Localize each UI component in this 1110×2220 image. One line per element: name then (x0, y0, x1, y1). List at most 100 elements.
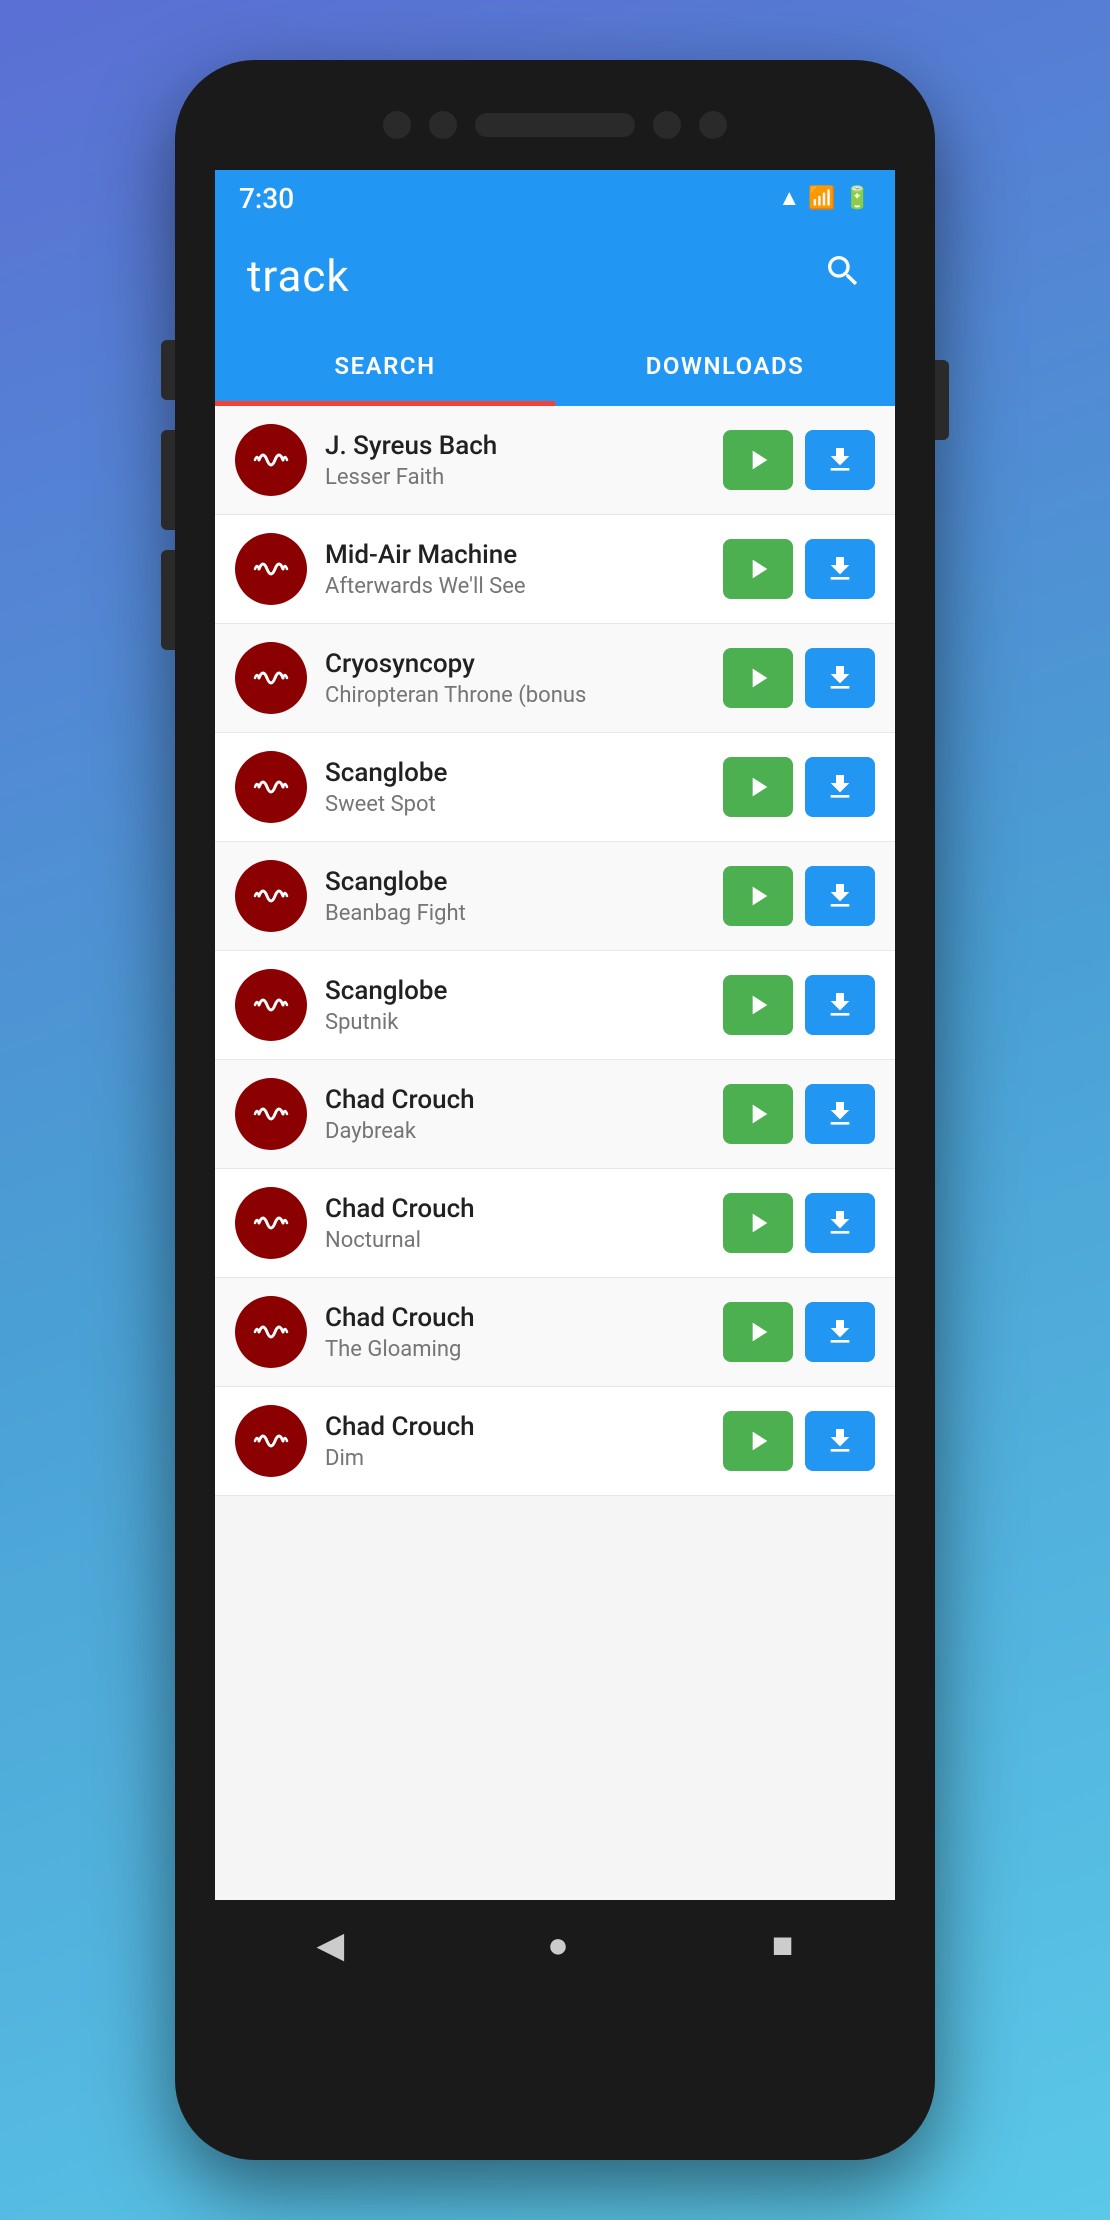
play-button[interactable] (723, 539, 793, 599)
track-title: Sweet Spot (325, 792, 705, 817)
track-item: Scanglobe Sweet Spot (215, 733, 895, 842)
track-artist: Scanglobe (325, 758, 705, 788)
track-item: Chad Crouch The Gloaming (215, 1278, 895, 1387)
download-button[interactable] (805, 430, 875, 490)
track-title: Daybreak (325, 1119, 705, 1144)
track-title: Afterwards We'll See (325, 574, 705, 599)
track-info: Chad Crouch The Gloaming (325, 1303, 705, 1362)
track-item: Chad Crouch Dim (215, 1387, 895, 1496)
track-title: Lesser Faith (325, 465, 705, 490)
track-item: Mid-Air Machine Afterwards We'll See (215, 515, 895, 624)
track-title: Nocturnal (325, 1228, 705, 1253)
volume-down-button (161, 550, 175, 650)
app-bar: track (215, 226, 895, 326)
recent-button[interactable]: ■ (772, 1924, 794, 1966)
track-title: Sputnik (325, 1010, 705, 1035)
search-button[interactable] (823, 251, 863, 301)
camera-dot-far-right (699, 111, 727, 139)
track-item: Cryosyncopy Chiropteran Throne (bonus (215, 624, 895, 733)
play-button[interactable] (723, 866, 793, 926)
battery-icon: 🔋 (844, 186, 871, 211)
track-title: Beanbag Fight (325, 901, 705, 926)
phone-frame: 7:30 ▲ 📶 🔋 track SEARCH DOWNLOADS (175, 60, 935, 2160)
track-actions (723, 757, 875, 817)
play-button[interactable] (723, 757, 793, 817)
track-item: Chad Crouch Daybreak (215, 1060, 895, 1169)
track-avatar (235, 1296, 307, 1368)
track-avatar (235, 642, 307, 714)
status-bar: 7:30 ▲ 📶 🔋 (215, 170, 895, 226)
play-button[interactable] (723, 1411, 793, 1471)
track-actions (723, 1302, 875, 1362)
track-artist: Cryosyncopy (325, 649, 705, 679)
track-avatar (235, 860, 307, 932)
track-actions (723, 975, 875, 1035)
track-artist: J. Syreus Bach (325, 431, 705, 461)
tab-bar: SEARCH DOWNLOADS (215, 326, 895, 406)
track-avatar (235, 1187, 307, 1259)
track-info: Scanglobe Sputnik (325, 976, 705, 1035)
home-button[interactable]: ● (547, 1924, 569, 1966)
track-avatar (235, 1405, 307, 1477)
track-artist: Chad Crouch (325, 1085, 705, 1115)
status-icons: ▲ 📶 🔋 (778, 185, 871, 211)
track-artist: Chad Crouch (325, 1412, 705, 1442)
track-item: J. Syreus Bach Lesser Faith (215, 406, 895, 515)
download-button[interactable] (805, 1302, 875, 1362)
phone-top-hardware (175, 60, 935, 170)
track-artist: Chad Crouch (325, 1194, 705, 1224)
track-actions (723, 1411, 875, 1471)
play-button[interactable] (723, 1084, 793, 1144)
camera-dot-center (429, 111, 457, 139)
track-artist: Mid-Air Machine (325, 540, 705, 570)
download-button[interactable] (805, 1084, 875, 1144)
track-info: J. Syreus Bach Lesser Faith (325, 431, 705, 490)
play-button[interactable] (723, 975, 793, 1035)
track-info: Cryosyncopy Chiropteran Throne (bonus (325, 649, 705, 708)
track-info: Chad Crouch Dim (325, 1412, 705, 1471)
speaker-slot (475, 113, 635, 137)
track-actions (723, 866, 875, 926)
track-avatar (235, 424, 307, 496)
track-item: Chad Crouch Nocturnal (215, 1169, 895, 1278)
track-info: Chad Crouch Nocturnal (325, 1194, 705, 1253)
phone-bottom-hardware (175, 1990, 935, 2070)
signal-icon: 📶 (808, 186, 835, 211)
track-info: Scanglobe Beanbag Fight (325, 867, 705, 926)
download-button[interactable] (805, 975, 875, 1035)
track-item: Scanglobe Beanbag Fight (215, 842, 895, 951)
back-button[interactable]: ◀ (316, 1924, 344, 1966)
play-button[interactable] (723, 648, 793, 708)
track-item: Scanglobe Sputnik (215, 951, 895, 1060)
download-button[interactable] (805, 757, 875, 817)
download-button[interactable] (805, 1193, 875, 1253)
download-button[interactable] (805, 1411, 875, 1471)
bottom-nav: ◀ ● ■ (215, 1900, 895, 1990)
tab-downloads[interactable]: DOWNLOADS (555, 326, 895, 406)
status-time: 7:30 (239, 182, 294, 215)
track-avatar (235, 533, 307, 605)
track-title: Dim (325, 1446, 705, 1471)
camera-dot-right (653, 111, 681, 139)
track-actions (723, 539, 875, 599)
play-button[interactable] (723, 430, 793, 490)
track-artist: Scanglobe (325, 976, 705, 1006)
play-button[interactable] (723, 1193, 793, 1253)
wifi-icon: ▲ (778, 185, 800, 211)
play-button[interactable] (723, 1302, 793, 1362)
screen: 7:30 ▲ 📶 🔋 track SEARCH DOWNLOADS (215, 170, 895, 1990)
volume-silent-button (161, 340, 175, 400)
track-title: Chiropteran Throne (bonus (325, 683, 705, 708)
download-button[interactable] (805, 539, 875, 599)
volume-up-button (161, 430, 175, 530)
tab-search[interactable]: SEARCH (215, 326, 555, 406)
track-artist: Chad Crouch (325, 1303, 705, 1333)
track-avatar (235, 1078, 307, 1150)
track-title: The Gloaming (325, 1337, 705, 1362)
track-actions (723, 648, 875, 708)
track-avatar (235, 969, 307, 1041)
track-info: Chad Crouch Daybreak (325, 1085, 705, 1144)
download-button[interactable] (805, 648, 875, 708)
download-button[interactable] (805, 866, 875, 926)
track-actions (723, 1193, 875, 1253)
